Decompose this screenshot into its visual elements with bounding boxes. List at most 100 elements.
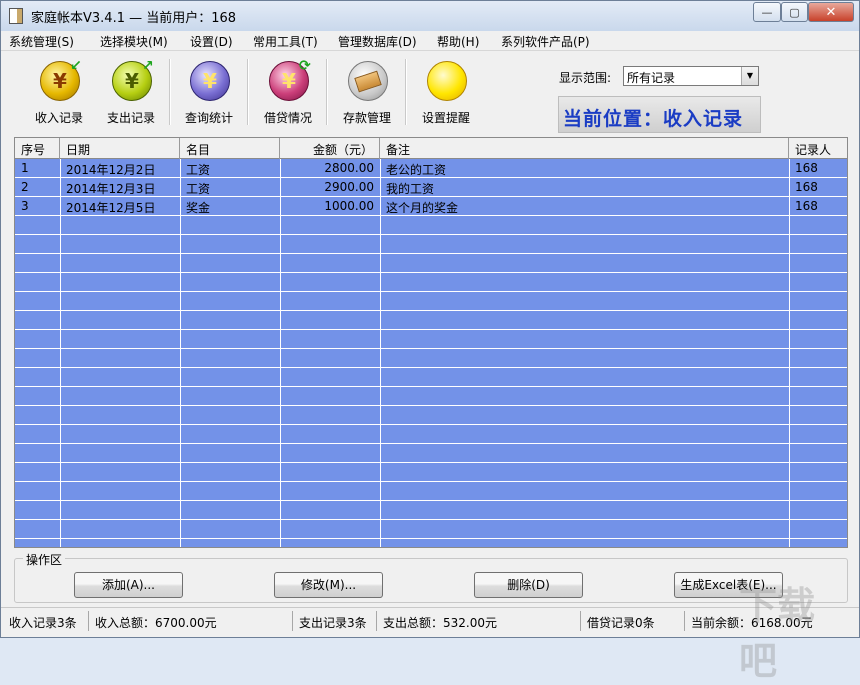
menu-help[interactable]: 帮助(H) [437,33,479,50]
grid-column-line [789,159,790,547]
menu-database[interactable]: 管理数据库(D) [338,33,417,50]
grid-row-line [15,291,847,292]
tool-label: 存款管理 [342,111,391,125]
delete-button[interactable]: 删除(D) [474,572,583,598]
edit-button[interactable]: 修改(M)... [274,572,383,598]
display-range-select[interactable]: 所有记录 ▼ [623,66,759,86]
current-position-text: 当前位置：收入记录 [563,108,744,130]
grid-row-line [15,424,847,425]
status-loan-count: 借贷记录0条 [581,611,685,631]
toolbar: ¥ ↙ 收入记录 ¥ ↗ 支出记录 ¥ 查询统计 ¥ ⟳ 借贷情况 存款管理 设… [6,53,854,133]
ledger-app-icon [9,8,23,24]
app-window: 家庭帐本V3.4.1 — 当前用户：168 — ▢ ✕ 系统管理(S) 选择模块… [0,0,860,683]
grid-row-line [15,405,847,406]
grid-row-line [15,519,847,520]
cell-note: 这个月的奖金 [386,201,459,215]
maximize-button[interactable]: ▢ [781,2,808,22]
grid-column-line [180,159,181,547]
cell-recorder: 168 [795,161,818,175]
tool-loans[interactable]: ¥ ⟳ 借贷情况 [253,57,323,127]
table-header: 序号 日期 名目 金额（元） 备注 记录人 [15,138,847,159]
arrow-out-icon: ↗ [142,58,154,74]
tool-label: 支出记录 [106,111,155,125]
add-button[interactable]: 添加(A)... [74,572,183,598]
grid-row-line [15,348,847,349]
cell-category: 工资 [186,182,211,196]
table-row[interactable]: 1 2014年12月2日 工资 2800.00 老公的工资 168 [15,159,847,178]
cell-date: 2014年12月5日 [66,201,156,215]
grid-row-line [15,538,847,539]
menu-bar: 系统管理(S) 选择模块(M) 设置(D) 常用工具(T) 管理数据库(D) 帮… [1,31,859,51]
export-excel-button[interactable]: 生成Excel表(E)... [674,572,783,598]
grid-column-line [280,159,281,547]
toolbar-separator [326,59,328,125]
tool-label: 查询统计 [184,111,233,125]
tool-reminders[interactable]: 设置提醒 [411,57,481,127]
cell-category: 奖金 [186,201,211,215]
tool-query-stats[interactable]: ¥ 查询统计 [174,57,244,127]
tool-deposits[interactable]: 存款管理 [332,57,402,127]
header-recorder[interactable]: 记录人 [789,138,847,159]
header-note[interactable]: 备注 [380,138,789,159]
header-amount[interactable]: 金额（元） [280,138,380,159]
window-title: 家庭帐本V3.4.1 — 当前用户：168 [31,11,237,26]
tool-income-records[interactable]: ¥ ↙ 收入记录 [24,57,94,127]
status-income-total: 收入总额：6700.00元 [89,611,293,631]
toolbar-separator [169,59,171,125]
cell-index: 3 [21,199,29,213]
current-position-panel: 当前位置：收入记录 [558,96,761,133]
cell-recorder: 168 [795,199,818,213]
header-index[interactable]: 序号 [15,138,60,159]
grid-row-line [15,310,847,311]
grid-row-line [15,329,847,330]
cell-category: 工资 [186,163,211,177]
status-bar: 收入记录3条 收入总额：6700.00元 支出记录3条 支出总额：532.00元… [1,607,859,637]
cell-amount: 2900.00 [324,180,374,194]
operation-area: 操作区 添加(A)... 修改(M)... 删除(D) 生成Excel表(E).… [14,551,848,603]
status-income-count: 收入记录3条 [3,611,89,631]
status-balance: 当前余额：6168.00元 [691,616,813,630]
grid-row-line [15,234,847,235]
table-row[interactable]: 3 2014年12月5日 奖金 1000.00 这个月的奖金 168 [15,197,847,216]
chevron-down-icon[interactable]: ▼ [741,67,758,85]
cell-recorder: 168 [795,180,818,194]
menu-products[interactable]: 系列软件产品(P) [501,33,590,50]
records-table[interactable]: 序号 日期 名目 金额（元） 备注 记录人 1 2014年12月2日 工资 2800.… [14,137,848,548]
cell-note: 我的工资 [386,182,435,196]
cycle-arrows-icon: ⟳ [299,58,311,74]
tool-label: 收入记录 [34,111,83,125]
menu-settings[interactable]: 设置(D) [190,33,233,50]
status-expense-count: 支出记录3条 [293,611,377,631]
grid-row-line [15,443,847,444]
grid-row-line [15,386,847,387]
grid-row-line [15,462,847,463]
table-row[interactable]: 2 2014年12月3日 工资 2900.00 我的工资 168 [15,178,847,197]
cell-note: 老公的工资 [386,163,447,177]
menu-module[interactable]: 选择模块(M) [100,33,168,50]
grid-row-line [15,500,847,501]
grid-column-line [380,159,381,547]
reminder-bulb-icon [427,61,467,101]
grid-row-line [15,367,847,368]
arrow-up-icon: ↙ [70,58,82,74]
close-button[interactable]: ✕ [808,2,854,22]
menu-system[interactable]: 系统管理(S) [9,33,74,50]
menu-tools[interactable]: 常用工具(T) [253,33,318,50]
display-range-value: 所有记录 [627,71,676,85]
status-expense-total: 支出总额：532.00元 [377,611,581,631]
cell-date: 2014年12月3日 [66,182,156,196]
cell-date: 2014年12月2日 [66,163,156,177]
toolbar-separator [405,59,407,125]
header-category[interactable]: 名目 [180,138,280,159]
minimize-button[interactable]: — [753,2,781,22]
grid-row-line [15,481,847,482]
grid-column-line [60,159,61,547]
cell-index: 2 [21,180,29,194]
toolbar-separator [247,59,249,125]
cell-index: 1 [21,161,29,175]
tool-expense-records[interactable]: ¥ ↗ 支出记录 [96,57,166,127]
cell-amount: 1000.00 [324,199,374,213]
operation-area-title: 操作区 [23,551,66,568]
header-date[interactable]: 日期 [60,138,180,159]
tool-label: 借贷情况 [263,111,312,125]
